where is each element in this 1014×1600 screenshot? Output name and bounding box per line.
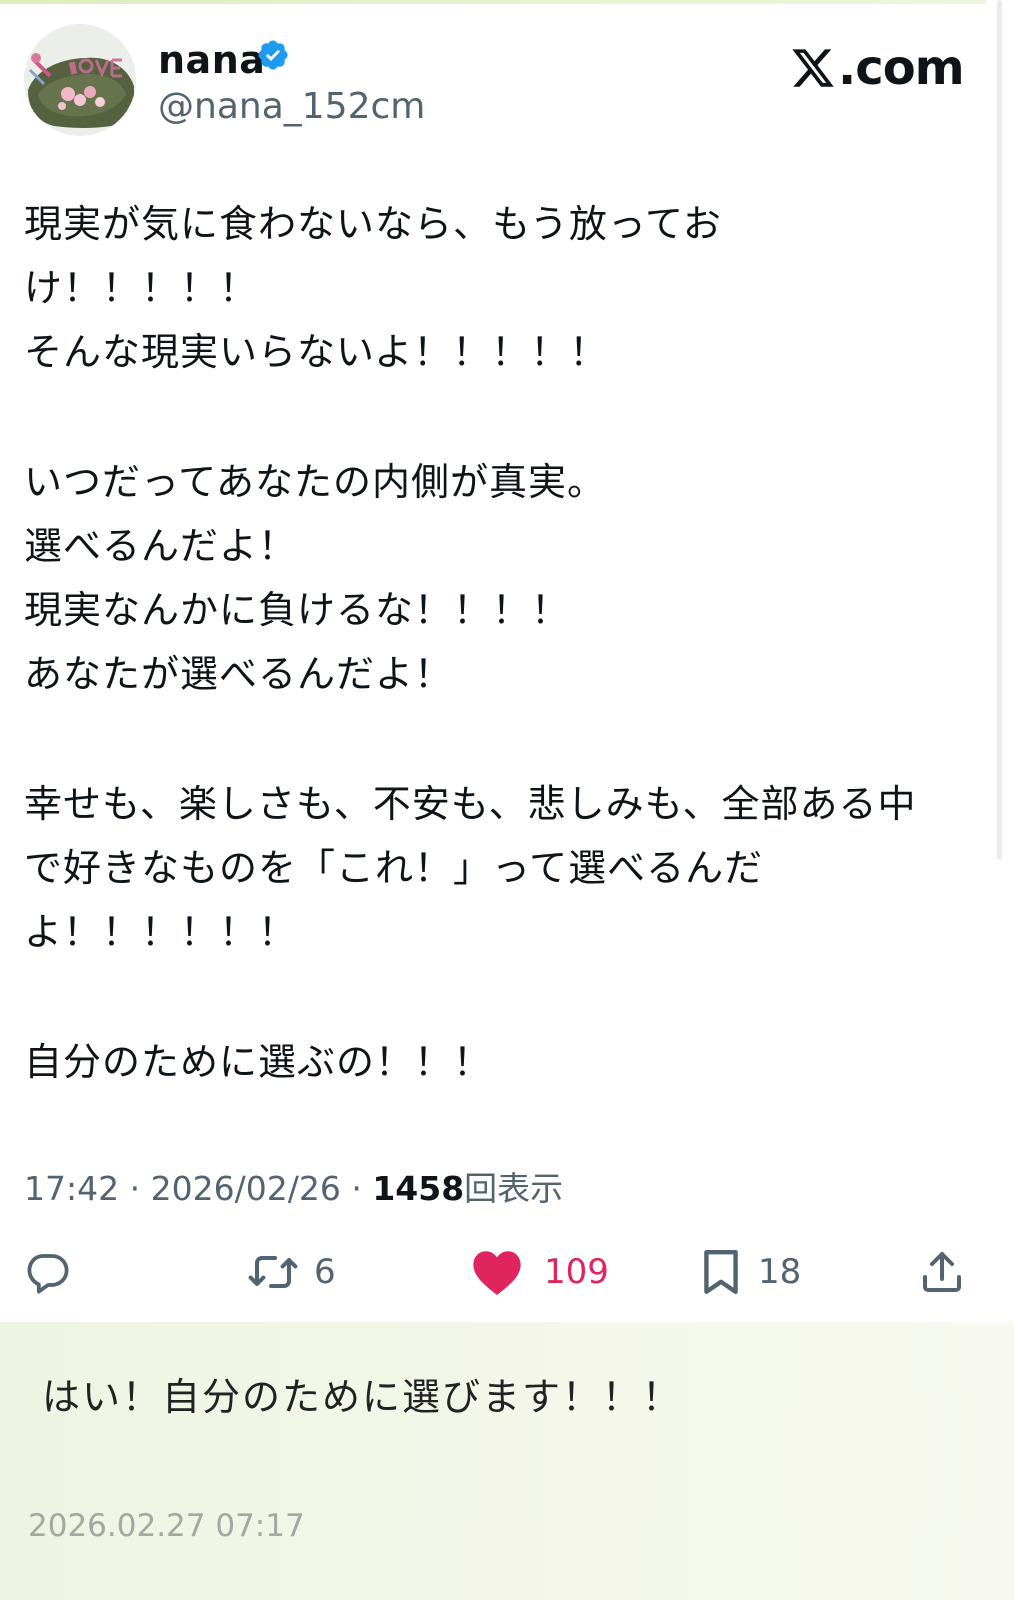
retweet-button[interactable]: 6: [246, 1244, 336, 1300]
bookmark-icon: [704, 1250, 738, 1294]
brand-suffix: com: [855, 40, 964, 96]
tweet-time[interactable]: 17:42: [24, 1169, 119, 1208]
tweet-line: [24, 964, 974, 1030]
tweet-line: で好きなものを「これ！」って選べるんだ: [24, 846, 764, 890]
like-count: 109: [544, 1252, 609, 1292]
verified-badge-icon: [256, 38, 290, 72]
brand-logo: .com: [790, 40, 965, 96]
meta-separator: ·: [129, 1169, 141, 1208]
like-button[interactable]: 109: [470, 1244, 609, 1300]
views-count: 1458: [372, 1169, 465, 1208]
tweet-line: [24, 384, 974, 450]
tweet-line: あなたが選べるんだよ！: [24, 652, 454, 696]
author-name[interactable]: nana: [158, 38, 265, 82]
tweet-line: 選べるんだよ！: [24, 524, 298, 568]
reply-icon: [27, 1254, 69, 1294]
views-label: 回表示: [464, 1169, 564, 1208]
tweet-card: nana @nana_152cm .com 現実が気に食わないなら、もう放ってお…: [0, 4, 986, 1322]
brand-text: .com: [838, 40, 965, 96]
heart-icon: [473, 1251, 521, 1295]
tweet-line: 幸せも、楽しさも、不安も、悲しみも、全部ある中: [24, 782, 917, 826]
share-button[interactable]: [918, 1244, 966, 1300]
retweet-count: 6: [314, 1252, 336, 1292]
tweet-date[interactable]: 2026/02/26: [151, 1169, 341, 1208]
x-logo-icon: [792, 49, 834, 87]
tweet-line: 現実が気に食わないなら、もう放ってお: [24, 202, 722, 246]
comment-panel: はい！自分のために選びます！！！ 2026.02.27 07:17: [0, 1322, 1014, 1600]
author-handle[interactable]: @nana_152cm: [158, 86, 425, 127]
meta-separator: ·: [351, 1169, 362, 1208]
avatar[interactable]: [24, 24, 136, 136]
bookmark-button[interactable]: 18: [698, 1244, 801, 1300]
reply-button[interactable]: [24, 1244, 72, 1300]
tweet-text: 現実が気に食わないなら、もう放ってお け！！！！！ そんな現実いらないよ！！！！…: [24, 192, 974, 1094]
tweet-line: そんな現実いらないよ！！！！！: [24, 330, 609, 374]
tweet-line: 自分のために選ぶの！！！: [24, 1040, 493, 1084]
tweet-meta: 17:42 · 2026/02/26 · 1458回表示: [24, 1162, 563, 1210]
bookmark-count: 18: [758, 1252, 802, 1292]
tweet-line: よ！！！！！！: [24, 910, 298, 954]
tweet-line: け！！！！！: [24, 266, 259, 310]
tweet-line: いつだってあなたの内側が真実。: [24, 460, 606, 504]
comment-timestamp: 2026.02.27 07:17: [28, 1508, 305, 1544]
share-icon: [923, 1252, 961, 1292]
tweet-line: 現実なんかに負けるな！！！！: [24, 588, 571, 632]
action-bar: 6 109 18: [0, 1244, 986, 1300]
retweet-icon: [248, 1256, 298, 1288]
scrollbar[interactable]: [997, 0, 1002, 860]
tweet-line: [24, 706, 974, 772]
comment-text: はい！自分のために選びます！！！: [42, 1375, 683, 1419]
